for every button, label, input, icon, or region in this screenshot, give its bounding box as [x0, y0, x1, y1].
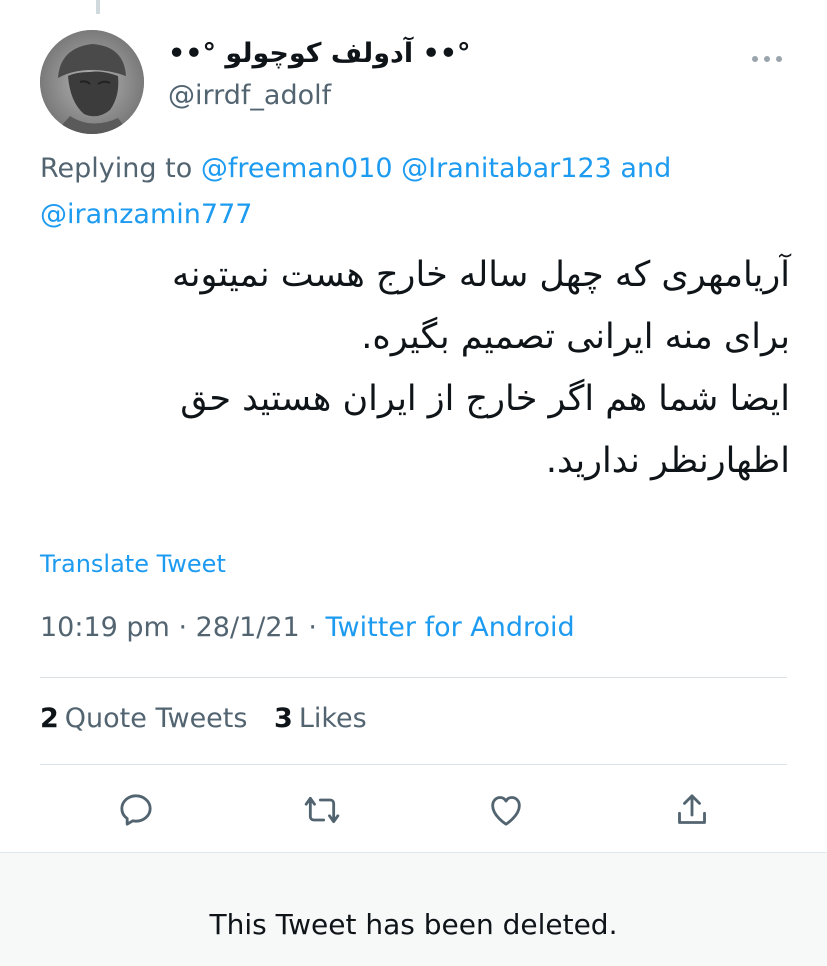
replying-to: Replying to @freeman010 @Iranitabar123 a… — [40, 146, 760, 238]
tweet-source-link[interactable]: Twitter for Android — [326, 612, 575, 643]
more-options-button[interactable] — [747, 44, 787, 74]
mention-and-word[interactable]: and — [620, 153, 671, 184]
mention-link[interactable]: @Iranitabar123 — [401, 153, 612, 184]
avatar[interactable] — [40, 30, 144, 134]
tweet-text-line: برای منه ایرانی تصمیم بگیره. — [361, 317, 790, 357]
like-count: 3 — [274, 703, 293, 734]
quote-label: Quote Tweets — [64, 703, 248, 734]
quote-count: 2 — [40, 703, 59, 734]
display-name[interactable]: °•• آدولف کوچولو °•• — [168, 38, 471, 69]
thread-connector-line — [96, 0, 100, 14]
retweet-icon — [304, 796, 340, 824]
tweet-text-line: اظهارنظر ندارید. — [545, 441, 790, 481]
mention-link[interactable]: @freeman010 — [201, 153, 393, 184]
tweet-meta: 10:19 pm · 28/1/21 · Twitter for Android — [40, 612, 575, 643]
share-icon — [678, 794, 706, 824]
deleted-tweet-notice: This Tweet has been deleted. — [209, 908, 618, 941]
tweet-date[interactable]: 28/1/21 — [196, 612, 300, 643]
like-icon — [491, 796, 521, 826]
share-button[interactable] — [672, 790, 712, 830]
meta-separator: · — [178, 612, 188, 643]
tweet-text-line: آریامهری که چهل ساله خارج هست نمیتونه — [171, 255, 790, 295]
like-button[interactable] — [486, 790, 526, 830]
replying-prefix: Replying to — [40, 153, 193, 184]
tweet-stats: 2 Quote Tweets 3 Likes — [40, 703, 385, 734]
reply-button[interactable] — [116, 790, 156, 830]
avatar-photo — [40, 30, 144, 134]
tweet-text-line: ایضا شما هم اگر خارج از ایران هستید حق — [180, 379, 790, 419]
mention-link[interactable]: @iranzamin777 — [40, 199, 252, 230]
like-label: Likes — [298, 703, 367, 734]
divider — [40, 677, 787, 678]
retweet-button[interactable] — [302, 790, 342, 830]
tweet-time[interactable]: 10:19 pm — [40, 612, 170, 643]
tweet-text: آریامهری که چهل ساله خارج هست نمیتونه بر… — [40, 244, 790, 492]
divider — [40, 764, 787, 765]
reply-icon — [120, 794, 152, 826]
likes-stat[interactable]: 3 Likes — [274, 703, 367, 734]
meta-separator: · — [308, 612, 317, 643]
quote-tweets-stat[interactable]: 2 Quote Tweets — [40, 703, 247, 734]
translate-tweet-link[interactable]: Translate Tweet — [40, 550, 226, 578]
user-handle[interactable]: @irrdf_adolf — [168, 80, 331, 111]
more-dots-icon — [752, 56, 782, 62]
